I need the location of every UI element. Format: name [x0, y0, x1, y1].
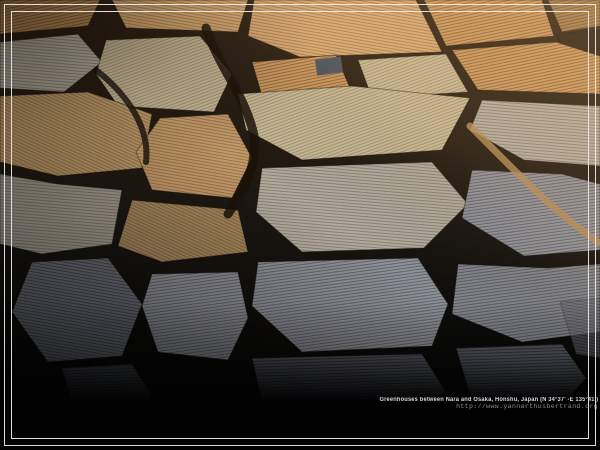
aerial-photo [0, 0, 600, 450]
photo-lighting-overlay [0, 0, 600, 402]
caption-title: Greenhouses between Nara and Osaka, Hons… [379, 397, 598, 403]
photo-caption: Greenhouses between Nara and Osaka, Hons… [368, 397, 598, 411]
wallpaper: Greenhouses between Nara and Osaka, Hons… [0, 0, 600, 450]
caption-url: http://www.yannarthusbertrand.org [368, 404, 598, 411]
